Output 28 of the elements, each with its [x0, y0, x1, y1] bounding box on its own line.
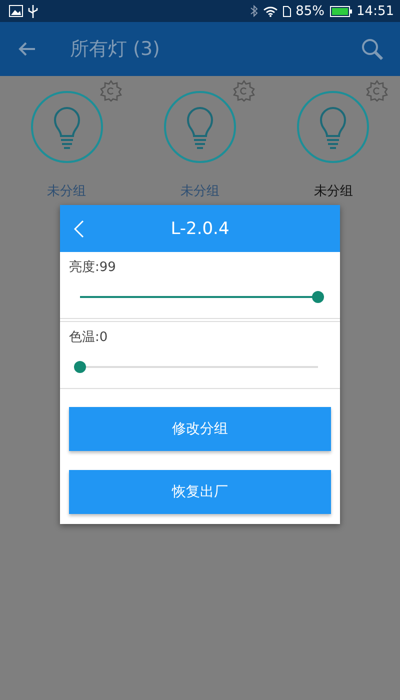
wifi-icon: [262, 6, 278, 16]
dialog-title: L-2.0.4: [170, 218, 230, 238]
bulb-icon[interactable]: [30, 90, 104, 164]
battery-icon: [330, 6, 352, 16]
action-button[interactable]: 恢复出厂: [69, 470, 331, 514]
gear-icon[interactable]: [366, 80, 388, 102]
clock: 14:51: [356, 4, 394, 18]
sim-icon: [282, 6, 291, 16]
lamp-group-label: 未分组: [180, 183, 220, 200]
slider-thumb[interactable]: [312, 291, 324, 303]
gear-icon[interactable]: [232, 80, 255, 102]
slider-thumb[interactable]: [74, 361, 86, 373]
screen-title: 所有灯 (3): [70, 37, 160, 62]
lamp-group-label: 未分组: [47, 183, 86, 200]
slider-label: 亮度:99: [69, 259, 116, 276]
slider-label: 色温:0: [69, 329, 108, 346]
search-icon[interactable]: [360, 37, 384, 61]
action-button[interactable]: 修改分组: [69, 407, 331, 451]
lamp-group-label: 未分组: [314, 183, 353, 200]
usb-icon: [28, 4, 38, 18]
image-icon: [9, 5, 23, 17]
back-arrow-icon[interactable]: [18, 41, 36, 57]
battery-percent: 85%: [296, 4, 325, 18]
back-chevron-icon[interactable]: [74, 220, 84, 238]
bluetooth-icon: [250, 5, 258, 17]
gear-icon[interactable]: [100, 80, 122, 102]
bulb-icon[interactable]: [296, 90, 370, 164]
bulb-icon[interactable]: [162, 90, 237, 164]
